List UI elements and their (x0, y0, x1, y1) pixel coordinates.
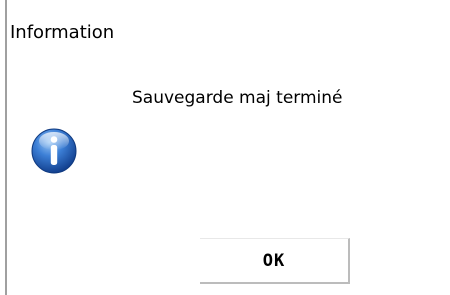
message-dialog: Information Sauvegarde maj terminé OK (0, 0, 450, 295)
info-icon (31, 128, 77, 174)
ok-button[interactable]: OK (200, 238, 350, 284)
dialog-title: Information (10, 22, 115, 43)
window-left-border (5, 0, 7, 295)
ok-button-label: OK (262, 250, 286, 271)
dialog-message: Sauvegarde maj terminé (132, 88, 343, 108)
